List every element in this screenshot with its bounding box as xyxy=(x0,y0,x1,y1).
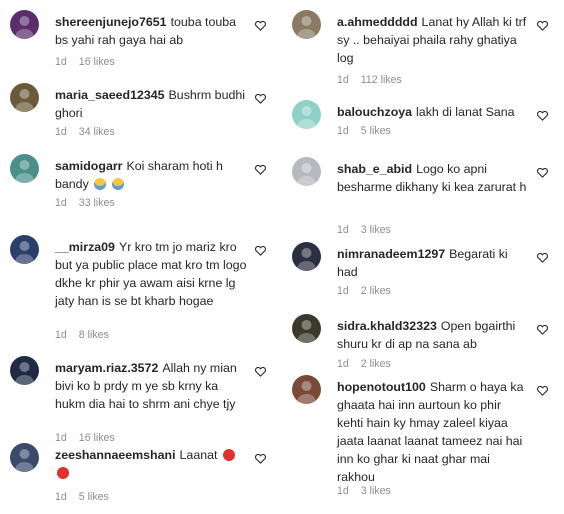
comment-time: 1d xyxy=(55,329,67,341)
comment-username[interactable]: sidra.khald32323 xyxy=(337,319,437,333)
heart-outline-icon[interactable] xyxy=(536,251,549,263)
comment-meta: 1d 2 likes xyxy=(337,285,391,297)
avatar[interactable] xyxy=(292,375,321,404)
comment-username[interactable]: balouchzoya xyxy=(337,105,412,119)
comments-panel: shereenjunejo7651 touba touba bs yahi rah… xyxy=(0,0,564,514)
avatar[interactable] xyxy=(10,10,39,39)
comment-text-block: maria_saeed12345 Bushrm budhi ghori xyxy=(55,86,247,122)
comment-likes[interactable]: 5 likes xyxy=(361,125,391,137)
comment-time: 1d xyxy=(337,125,349,137)
angry-emoji-icon xyxy=(57,467,69,479)
comment-likes[interactable]: 5 likes xyxy=(79,491,109,503)
heart-outline-icon[interactable] xyxy=(254,452,267,464)
avatar[interactable] xyxy=(292,100,321,129)
avatar[interactable] xyxy=(10,154,39,183)
comment-username[interactable]: samidogarr xyxy=(55,159,122,173)
avatar[interactable] xyxy=(10,443,39,472)
comment-likes[interactable]: 34 likes xyxy=(79,126,115,138)
comment-likes[interactable]: 3 likes xyxy=(361,485,391,497)
comment-text-block: nimranadeem1297 Begarati ki had xyxy=(337,245,529,281)
comment-likes[interactable]: 2 likes xyxy=(361,358,391,370)
comment-username[interactable]: maria_saeed12345 xyxy=(55,88,165,102)
avatar[interactable] xyxy=(292,314,321,343)
comment-likes[interactable]: 2 likes xyxy=(361,285,391,297)
heart-outline-icon[interactable] xyxy=(254,19,267,31)
avatar[interactable] xyxy=(10,83,39,112)
comment-likes[interactable]: 33 likes xyxy=(79,197,115,209)
comment-time: 1d xyxy=(337,358,349,370)
comment-time: 1d xyxy=(337,285,349,297)
heart-outline-icon[interactable] xyxy=(254,244,267,256)
comment-likes[interactable]: 3 likes xyxy=(361,224,391,236)
heart-outline-icon[interactable] xyxy=(254,92,267,104)
comment-username[interactable]: shereenjunejo7651 xyxy=(55,15,167,29)
comment-meta: 1d 5 likes xyxy=(55,491,109,503)
heart-outline-icon[interactable] xyxy=(254,365,267,377)
comment-username[interactable]: nimranadeem1297 xyxy=(337,247,445,261)
comment-time: 1d xyxy=(55,491,67,503)
comment-meta: 1d 3 likes xyxy=(337,224,391,236)
comment-time: 1d xyxy=(55,432,67,444)
comment-text-block: samidogarr Koi sharam hoti h bandy xyxy=(55,157,247,193)
heart-outline-icon[interactable] xyxy=(536,166,549,178)
comment-meta: 1d 34 likes xyxy=(55,126,115,138)
heart-outline-icon[interactable] xyxy=(536,109,549,121)
comment-text-block: maryam.riaz.3572 Allah ny mian bivi ko b … xyxy=(55,359,247,413)
comment-meta: 1d 16 likes xyxy=(55,432,115,444)
angry-emoji-icon xyxy=(222,449,235,461)
comment-meta: 1d 3 likes xyxy=(337,485,391,497)
comment-username[interactable]: maryam.riaz.3572 xyxy=(55,361,158,375)
comment-meta: 1d 5 likes xyxy=(337,125,391,137)
comment-time: 1d xyxy=(337,224,349,236)
comment-meta: 1d 8 likes xyxy=(55,329,109,341)
heart-outline-icon[interactable] xyxy=(536,384,549,396)
avatar[interactable] xyxy=(292,10,321,39)
comment-text-block: sidra.khald32323 Open bgairthi shuru kr d… xyxy=(337,317,529,353)
comment-likes[interactable]: 16 likes xyxy=(79,432,115,444)
comment-text-block: shab_e_abid Logo ko apni besharme dikhany… xyxy=(337,160,529,196)
heart-outline-icon[interactable] xyxy=(536,19,549,31)
comment-text-block: zeeshannaeemshani Laanat xyxy=(55,446,247,482)
comment-text-block: hopenotout100 Sharm o haya ka ghaata hai … xyxy=(337,378,529,486)
heart-outline-icon[interactable] xyxy=(254,163,267,175)
comment-time: 1d xyxy=(337,74,349,86)
comment-meta: 1d 33 likes xyxy=(55,197,115,209)
avatar[interactable] xyxy=(292,242,321,271)
fear-emoji-icon xyxy=(111,178,124,190)
comment-username[interactable]: __mirza09 xyxy=(55,240,115,254)
comment-username[interactable]: zeeshannaeemshani xyxy=(55,448,176,462)
comment-text-block: a.ahmeddddd Lanat hy Allah ki trf sy .. b… xyxy=(337,13,529,67)
comment-time: 1d xyxy=(55,197,67,209)
comment-time: 1d xyxy=(55,126,67,138)
comment-likes[interactable]: 112 likes xyxy=(361,74,402,86)
comment-username[interactable]: a.ahmeddddd xyxy=(337,15,418,29)
comment-text-block: balouchzoya lakh di lanat Sana xyxy=(337,103,529,121)
comment-time: 1d xyxy=(55,56,67,68)
comment-meta: 1d 16 likes xyxy=(55,56,115,68)
comment-username[interactable]: hopenotout100 xyxy=(337,380,426,394)
comment-body: Sharm o haya ka ghaata hai inn aurtoun k… xyxy=(337,380,524,484)
comment-text-block: __mirza09 Yr kro tm jo mariz kro but ya p… xyxy=(55,238,247,310)
comment-meta: 1d 2 likes xyxy=(337,358,391,370)
heart-outline-icon[interactable] xyxy=(536,323,549,335)
avatar[interactable] xyxy=(10,356,39,385)
comment-body: Laanat xyxy=(179,448,218,462)
comment-username[interactable]: shab_e_abid xyxy=(337,162,412,176)
fear-emoji-icon xyxy=(94,178,107,190)
avatar[interactable] xyxy=(292,157,321,186)
comment-time: 1d xyxy=(337,485,349,497)
comment-likes[interactable]: 16 likes xyxy=(79,56,115,68)
comment-body: lakh di lanat Sana xyxy=(416,105,515,119)
comment-likes[interactable]: 8 likes xyxy=(79,329,109,341)
avatar[interactable] xyxy=(10,235,39,264)
comment-text-block: shereenjunejo7651 touba touba bs yahi rah… xyxy=(55,13,247,49)
comment-meta: 1d 112 likes xyxy=(337,74,402,86)
